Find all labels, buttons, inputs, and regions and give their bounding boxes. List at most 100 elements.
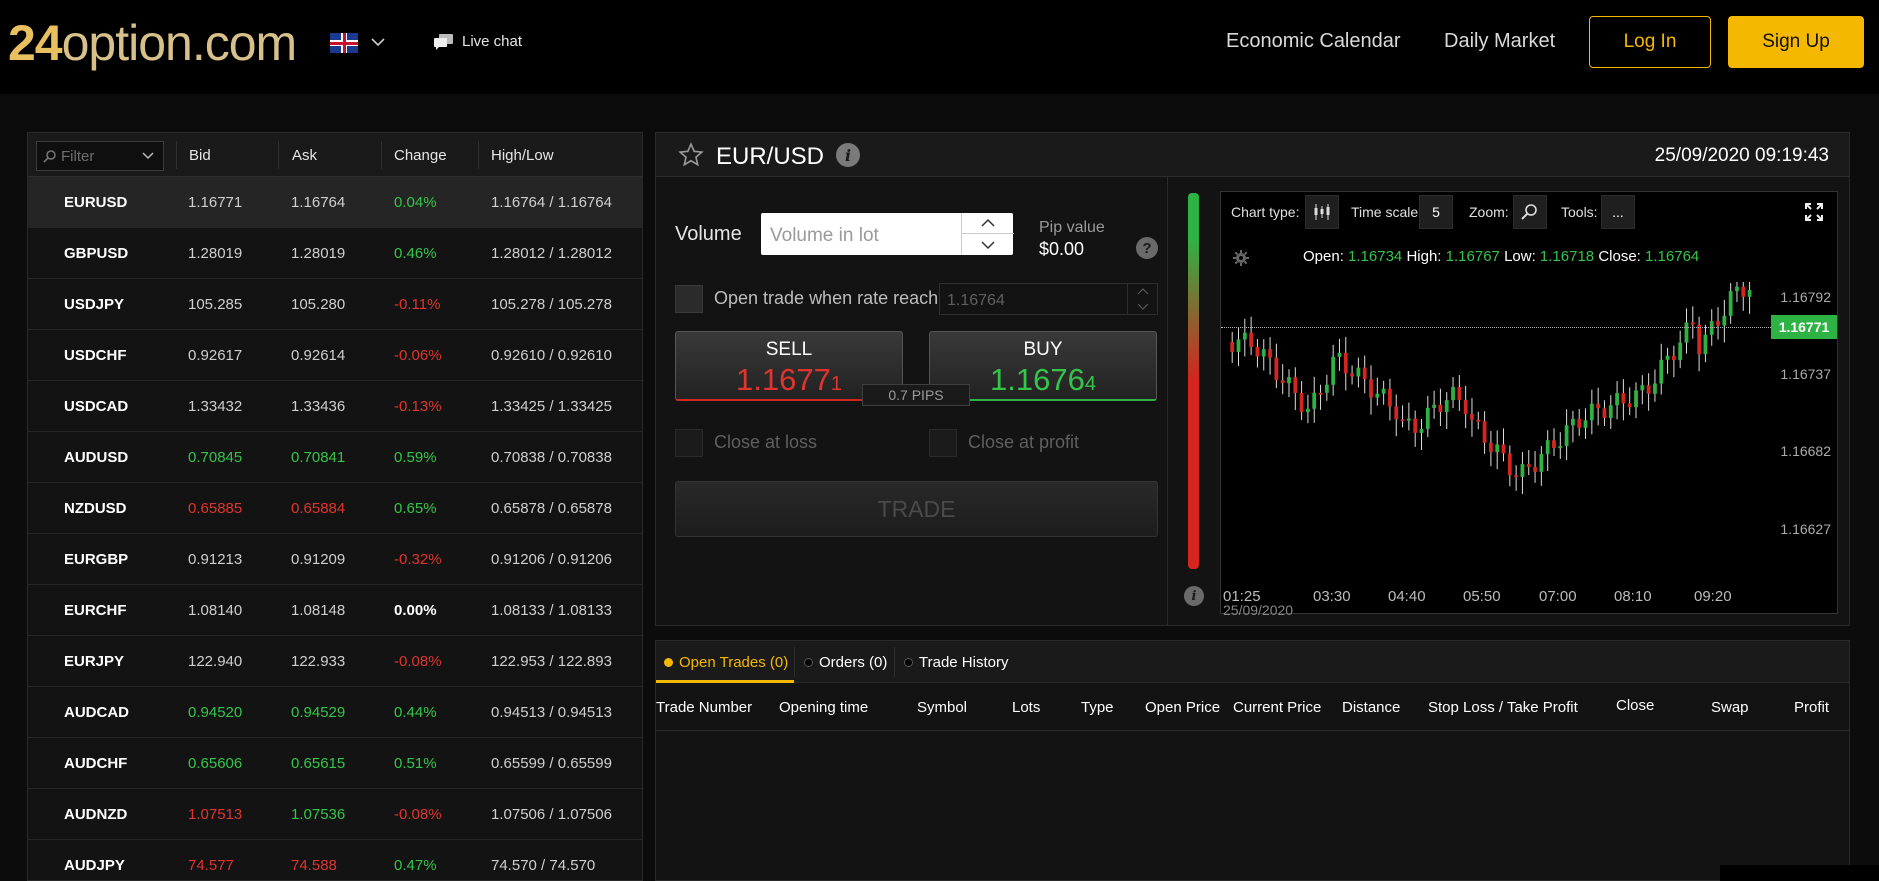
candle-body <box>1236 339 1241 352</box>
quote-row-eurjpy[interactable]: EURJPY 122.940 122.933 -0.08% 122.953 / 122.… <box>28 636 642 687</box>
col-close[interactable]: Close <box>1616 697 1654 714</box>
pip-value: $0.00 <box>1039 239 1085 259</box>
candle-body <box>1495 444 1500 453</box>
rate-input[interactable]: 1.16764 <box>939 283 1158 315</box>
quote-row-gbpusd[interactable]: GBPUSD 1.28019 1.28019 0.46% 1.28012 / 1.280… <box>28 228 642 279</box>
gear-icon[interactable] <box>1233 250 1249 266</box>
chevron-up-icon[interactable] <box>1137 287 1149 295</box>
col-distance[interactable]: Distance <box>1342 699 1400 716</box>
candle-body <box>1482 421 1487 443</box>
col-high-low[interactable]: High/Low <box>491 147 554 164</box>
col-profit[interactable]: Profit <box>1794 699 1829 716</box>
chevron-up-icon[interactable] <box>962 213 1014 234</box>
candle-body <box>1735 286 1739 292</box>
candlestick-icon[interactable] <box>1305 195 1339 229</box>
quote-row-usdcad[interactable]: USDCAD 1.33432 1.33436 -0.13% 1.33425 / 1.33… <box>28 381 642 432</box>
col-symbol[interactable]: Symbol <box>917 699 967 716</box>
buy-label: BUY <box>1023 339 1063 360</box>
candle-body <box>1608 405 1613 419</box>
quote-row-eurchf[interactable]: EURCHF 1.08140 1.08148 0.00% 1.08133 / 1.081… <box>28 585 642 636</box>
corner-block <box>1720 865 1879 881</box>
filter-placeholder: Filter <box>61 147 95 165</box>
chevron-down-icon[interactable] <box>962 234 1014 255</box>
info-icon[interactable]: i <box>836 143 860 167</box>
x-tick: 05:50 <box>1463 588 1501 605</box>
quote-row-audusd[interactable]: AUDUSD 0.70845 0.70841 0.59% 0.70838 / 0.708… <box>28 432 642 483</box>
logo[interactable]: 24option.com <box>8 14 297 72</box>
candle-body <box>1331 356 1336 385</box>
candle-body <box>1501 444 1506 454</box>
candle-body <box>1324 384 1329 393</box>
quote-row-eurgbp[interactable]: EURGBP 0.91213 0.91209 -0.32% 0.91206 / 0.91… <box>28 534 642 585</box>
star-icon[interactable] <box>678 142 704 168</box>
col-type[interactable]: Type <box>1081 699 1114 716</box>
col-current-price[interactable]: Current Price <box>1233 699 1321 716</box>
candle-body <box>1312 392 1317 409</box>
info-icon[interactable]: i <box>1184 586 1204 606</box>
chat-icon <box>434 33 453 50</box>
candle-body <box>1457 387 1462 400</box>
col-open-price[interactable]: Open Price <box>1145 699 1220 716</box>
candle-body <box>1690 322 1695 325</box>
fullscreen-icon[interactable] <box>1797 195 1831 229</box>
close-at-loss-checkbox[interactable] <box>675 429 703 457</box>
quote-row-audcad[interactable]: AUDCAD 0.94520 0.94529 0.44% 0.94513 / 0.945… <box>28 687 642 738</box>
col-bid[interactable]: Bid <box>189 147 211 164</box>
volume-input[interactable]: Volume in lot <box>761 213 1014 255</box>
quote-row-audnzd[interactable]: AUDNZD 1.07513 1.07536 -0.08% 1.07506 / 1.07… <box>28 789 642 840</box>
nav-daily-market[interactable]: Daily Market <box>1444 30 1555 53</box>
time-scale-value[interactable]: 5 <box>1419 195 1453 229</box>
candle-body <box>1444 400 1449 413</box>
col-ask[interactable]: Ask <box>292 147 317 164</box>
candle-body <box>1615 393 1619 406</box>
chevron-down-icon[interactable] <box>370 34 386 50</box>
tools-menu[interactable]: ... <box>1601 195 1635 229</box>
candle-body <box>1463 399 1468 415</box>
candle-body <box>1274 357 1279 381</box>
price-chart[interactable]: Chart type: Time scale 5 Zoom: Tools: ..… <box>1220 191 1838 618</box>
chevron-down-icon[interactable] <box>1137 303 1149 311</box>
tab-open-trades[interactable]: Open Trades (0) <box>664 654 788 671</box>
col-sl-tp[interactable]: Stop Loss / Take Profit <box>1428 699 1578 716</box>
quote-row-audjpy[interactable]: AUDJPY 74.577 74.588 0.47% 74.570 / 74.570 <box>28 840 642 880</box>
open-when-checkbox[interactable] <box>675 285 703 313</box>
pip-value-label: Pip value <box>1039 219 1105 236</box>
close-at-profit-checkbox[interactable] <box>929 429 957 457</box>
signup-button[interactable]: Sign Up <box>1728 16 1864 68</box>
x-tick: 07:00 <box>1539 588 1577 605</box>
trade-button[interactable]: TRADE <box>675 481 1158 537</box>
col-swap[interactable]: Swap <box>1711 699 1749 716</box>
quote-row-usdjpy[interactable]: USDJPY 105.285 105.280 -0.11% 105.278 / 105.… <box>28 279 642 330</box>
col-lots[interactable]: Lots <box>1012 699 1040 716</box>
quote-row-eurusd[interactable]: EURUSD 1.16771 1.16764 0.04% 1.16764 / 1.167… <box>28 177 642 228</box>
candle-body <box>1684 322 1689 343</box>
nav-economic-calendar[interactable]: Economic Calendar <box>1226 30 1401 53</box>
uk-flag-icon[interactable] <box>330 33 358 53</box>
col-change[interactable]: Change <box>394 147 447 164</box>
col-trade-number[interactable]: Trade Number <box>656 699 752 716</box>
tab-trade-history[interactable]: Trade History <box>904 654 1008 671</box>
quote-row-usdchf[interactable]: USDCHF 0.92617 0.92614 -0.06% 0.92610 / 0.92… <box>28 330 642 381</box>
zoom-icon[interactable] <box>1513 195 1547 229</box>
tab-orders[interactable]: Orders (0) <box>804 654 887 671</box>
col-opening-time[interactable]: Opening time <box>779 699 868 716</box>
candle-body <box>1671 355 1676 361</box>
candle-body <box>1381 388 1386 394</box>
candle-body <box>1413 418 1418 433</box>
filter-input[interactable]: Filter <box>36 141 164 171</box>
quote-row-audchf[interactable]: AUDCHF 0.65606 0.65615 0.51% 0.65599 / 0.655… <box>28 738 642 789</box>
candle-body <box>1337 352 1342 357</box>
rate-stepper[interactable] <box>1127 284 1157 314</box>
live-chat-link[interactable]: Live chat <box>434 33 522 50</box>
candle-body <box>1646 385 1651 394</box>
candle-body <box>1621 393 1626 404</box>
candle-body <box>1388 388 1392 407</box>
help-icon[interactable]: ? <box>1136 237 1158 259</box>
candle-body <box>1306 408 1310 413</box>
login-button[interactable]: Log In <box>1589 16 1711 68</box>
chevron-down-icon[interactable] <box>141 151 155 161</box>
candle-body <box>1564 425 1569 447</box>
quote-row-nzdusd[interactable]: NZDUSD 0.65885 0.65884 0.65% 0.65878 / 0.658… <box>28 483 642 534</box>
volume-stepper[interactable] <box>961 213 1014 255</box>
y-tick: 1.16737 <box>1780 366 1831 382</box>
